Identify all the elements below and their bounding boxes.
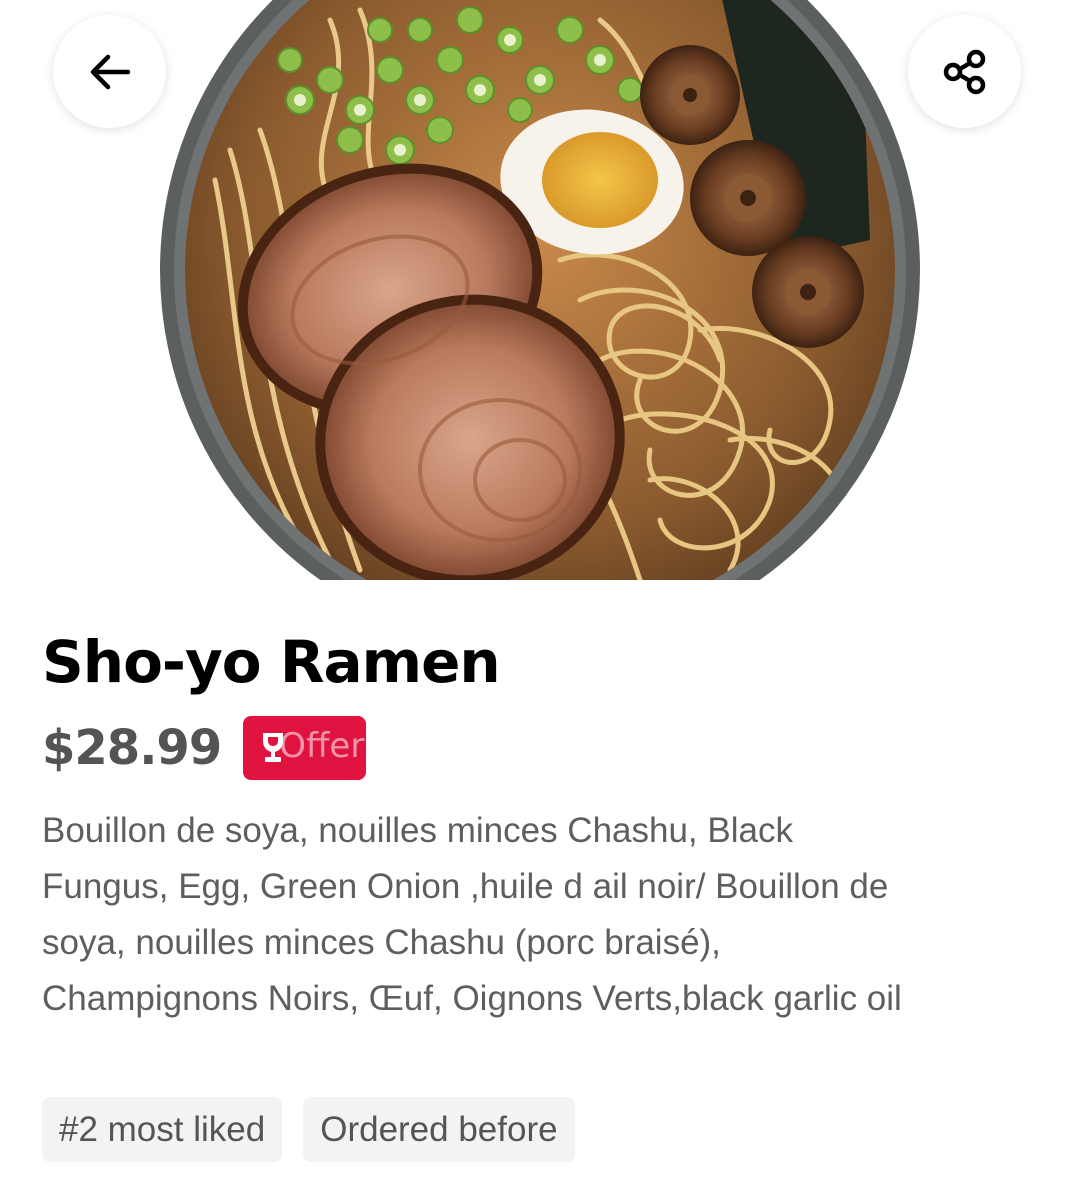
price-row: $28.99 Offer: [42, 714, 367, 782]
item-price: $28.99: [42, 720, 222, 776]
arrow-left-icon: [88, 50, 132, 94]
share-button[interactable]: [908, 15, 1021, 128]
offer-badge[interactable]: Offer: [243, 716, 367, 780]
tag-ordered-before: Ordered before: [303, 1097, 575, 1162]
item-description: Bouillon de soya, nouilles minces Chashu…: [42, 811, 902, 1018]
item-tags: #2 most liked Ordered before: [42, 1097, 575, 1162]
item-title: Sho-yo Ramen: [42, 628, 501, 696]
share-icon: [942, 49, 988, 95]
tag-most-liked: #2 most liked: [42, 1097, 283, 1162]
offer-label: Offer: [279, 726, 365, 766]
back-button[interactable]: [53, 15, 166, 128]
trophy-icon: [263, 733, 284, 762]
